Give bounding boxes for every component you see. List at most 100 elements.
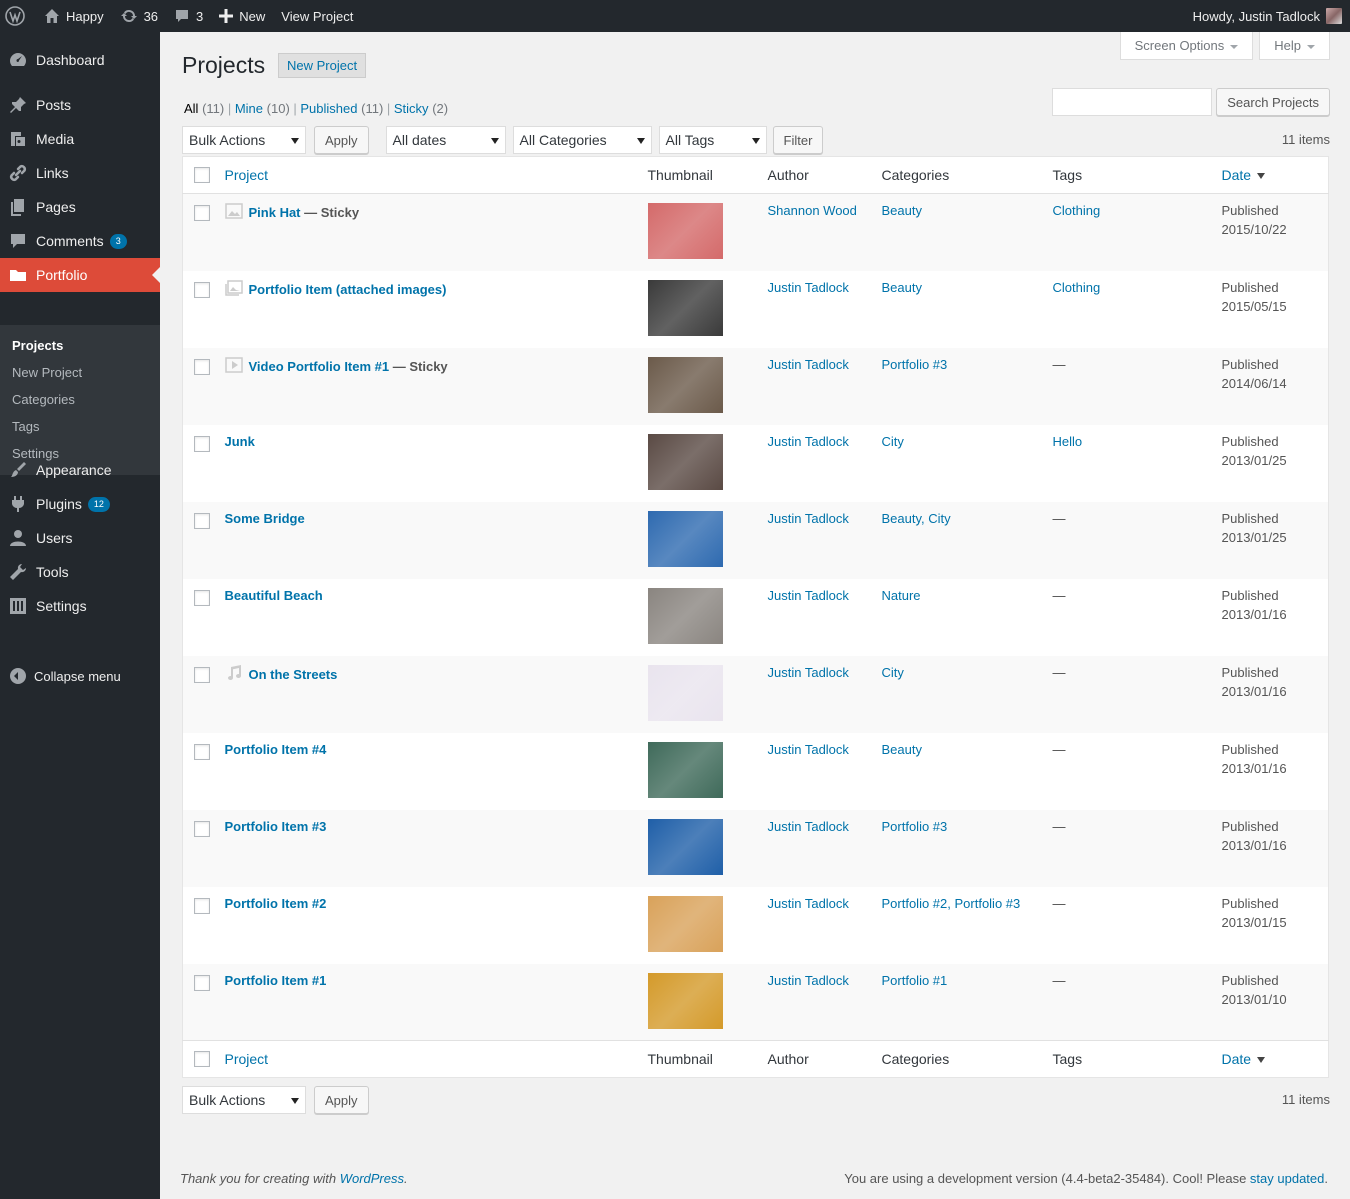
author-link[interactable]: Justin Tadlock xyxy=(768,511,849,526)
categories-link[interactable]: Beauty xyxy=(882,280,922,295)
comments-link[interactable]: 3 xyxy=(166,0,211,32)
author-link[interactable]: Justin Tadlock xyxy=(768,896,849,911)
site-name-link[interactable]: Happy xyxy=(36,0,112,32)
bulk-actions-select[interactable]: Bulk Actions xyxy=(182,1086,306,1114)
wordpress-link[interactable]: WordPress xyxy=(340,1171,404,1186)
view-sticky[interactable]: Sticky (2) xyxy=(394,101,448,116)
author-link[interactable]: Justin Tadlock xyxy=(768,280,849,295)
select-all-checkbox[interactable] xyxy=(194,1051,210,1067)
tags-link[interactable]: Clothing xyxy=(1053,280,1101,295)
project-thumbnail[interactable] xyxy=(647,587,723,644)
project-title-link[interactable]: Video Portfolio Item #1 xyxy=(249,359,390,374)
categories-select[interactable]: All Categories xyxy=(512,126,652,154)
row-checkbox[interactable] xyxy=(194,589,210,606)
submenu-new-project[interactable]: New Project xyxy=(0,359,160,386)
tags-select[interactable]: All Tags xyxy=(658,126,767,154)
author-link[interactable]: Justin Tadlock xyxy=(768,742,849,757)
row-checkbox[interactable] xyxy=(194,974,210,991)
menu-links[interactable]: Links xyxy=(0,156,160,190)
column-date-sort[interactable]: Date xyxy=(1222,167,1266,183)
project-title-link[interactable]: Portfolio Item #3 xyxy=(225,819,327,834)
column-date-sort[interactable]: Date xyxy=(1222,1051,1266,1067)
new-content-link[interactable]: New xyxy=(211,0,273,32)
row-checkbox[interactable] xyxy=(194,897,210,914)
collapse-menu-button[interactable]: Collapse menu xyxy=(0,659,160,693)
author-link[interactable]: Justin Tadlock xyxy=(768,819,849,834)
row-checkbox[interactable] xyxy=(194,512,210,529)
view-published[interactable]: Published (11) xyxy=(300,101,383,116)
tags-link[interactable]: Hello xyxy=(1053,434,1083,449)
categories-link[interactable]: City xyxy=(882,665,904,680)
categories-link[interactable]: Portfolio #2, Portfolio #3 xyxy=(882,896,1021,911)
author-link[interactable]: Justin Tadlock xyxy=(768,973,849,988)
view-project-link[interactable]: View Project xyxy=(273,0,361,32)
row-checkbox[interactable] xyxy=(194,666,210,683)
project-thumbnail[interactable] xyxy=(647,203,723,259)
categories-link[interactable]: Nature xyxy=(882,588,921,603)
project-title-link[interactable]: Junk xyxy=(225,434,255,449)
search-button[interactable]: Search Projects xyxy=(1216,88,1330,116)
categories-link[interactable]: Beauty xyxy=(882,203,922,218)
row-checkbox[interactable] xyxy=(194,743,210,760)
project-title-link[interactable]: Portfolio Item #2 xyxy=(225,896,327,911)
project-title-link[interactable]: Beautiful Beach xyxy=(225,588,323,603)
apply-button[interactable]: Apply xyxy=(314,126,369,154)
project-title-link[interactable]: Portfolio Item #4 xyxy=(225,742,327,757)
submenu-projects[interactable]: Projects xyxy=(0,332,160,359)
author-link[interactable]: Justin Tadlock xyxy=(768,665,849,680)
menu-plugins[interactable]: Plugins 12 xyxy=(0,487,160,521)
submenu-tags[interactable]: Tags xyxy=(0,413,160,440)
project-title-link[interactable]: Portfolio Item (attached images) xyxy=(249,282,447,297)
my-account-link[interactable]: Howdy, Justin Tadlock xyxy=(1185,0,1350,32)
menu-appearance[interactable]: Appearance xyxy=(0,453,160,487)
apply-button[interactable]: Apply xyxy=(314,1086,369,1114)
project-title-link[interactable]: Portfolio Item #1 xyxy=(225,973,327,988)
submenu-categories[interactable]: Categories xyxy=(0,386,160,413)
bulk-actions-select[interactable]: Bulk Actions xyxy=(182,126,306,154)
updates-link[interactable]: 36 xyxy=(112,0,166,32)
categories-link[interactable]: Portfolio #3 xyxy=(882,819,948,834)
menu-portfolio[interactable]: Portfolio xyxy=(0,258,160,292)
menu-pages[interactable]: Pages xyxy=(0,190,160,224)
filter-button[interactable]: Filter xyxy=(772,126,824,154)
project-thumbnail[interactable] xyxy=(647,895,723,952)
categories-link[interactable]: Portfolio #3 xyxy=(882,357,948,372)
row-checkbox[interactable] xyxy=(194,205,210,221)
menu-settings[interactable]: Settings xyxy=(0,589,160,623)
column-project-sort[interactable]: Project xyxy=(225,167,269,183)
search-input[interactable] xyxy=(1052,88,1213,116)
project-title-link[interactable]: On the Streets xyxy=(249,667,338,682)
project-thumbnail[interactable] xyxy=(647,433,723,490)
select-all-checkbox[interactable] xyxy=(194,167,210,183)
project-title-link[interactable]: Pink Hat xyxy=(249,205,301,220)
menu-dashboard[interactable]: Dashboard xyxy=(0,43,160,77)
row-checkbox[interactable] xyxy=(194,820,210,837)
categories-link[interactable]: Beauty xyxy=(882,742,922,757)
add-new-project-button[interactable]: New Project xyxy=(278,53,367,78)
screen-options-button[interactable]: Screen Options xyxy=(1119,32,1254,60)
project-thumbnail[interactable] xyxy=(647,972,723,1029)
project-thumbnail[interactable] xyxy=(647,279,723,336)
project-thumbnail[interactable] xyxy=(647,664,723,721)
categories-link[interactable]: Beauty, City xyxy=(882,511,951,526)
dates-select[interactable]: All dates xyxy=(385,126,506,154)
project-thumbnail[interactable] xyxy=(647,818,723,875)
author-link[interactable]: Justin Tadlock xyxy=(768,434,849,449)
column-project-sort[interactable]: Project xyxy=(225,1051,269,1067)
categories-link[interactable]: City xyxy=(882,434,904,449)
row-checkbox[interactable] xyxy=(194,358,210,375)
author-link[interactable]: Justin Tadlock xyxy=(768,588,849,603)
project-thumbnail[interactable] xyxy=(647,510,723,567)
menu-posts[interactable]: Posts xyxy=(0,88,160,122)
tags-link[interactable]: Clothing xyxy=(1053,203,1101,218)
menu-comments[interactable]: Comments 3 xyxy=(0,224,160,258)
project-thumbnail[interactable] xyxy=(647,741,723,798)
author-link[interactable]: Shannon Wood xyxy=(768,203,857,218)
help-button[interactable]: Help xyxy=(1259,32,1330,60)
stay-updated-link[interactable]: stay updated xyxy=(1250,1171,1324,1186)
wordpress-logo-icon[interactable] xyxy=(0,0,36,32)
project-title-link[interactable]: Some Bridge xyxy=(225,511,305,526)
view-mine[interactable]: Mine (10) xyxy=(235,101,290,116)
menu-media[interactable]: Media xyxy=(0,122,160,156)
project-thumbnail[interactable] xyxy=(647,356,723,413)
